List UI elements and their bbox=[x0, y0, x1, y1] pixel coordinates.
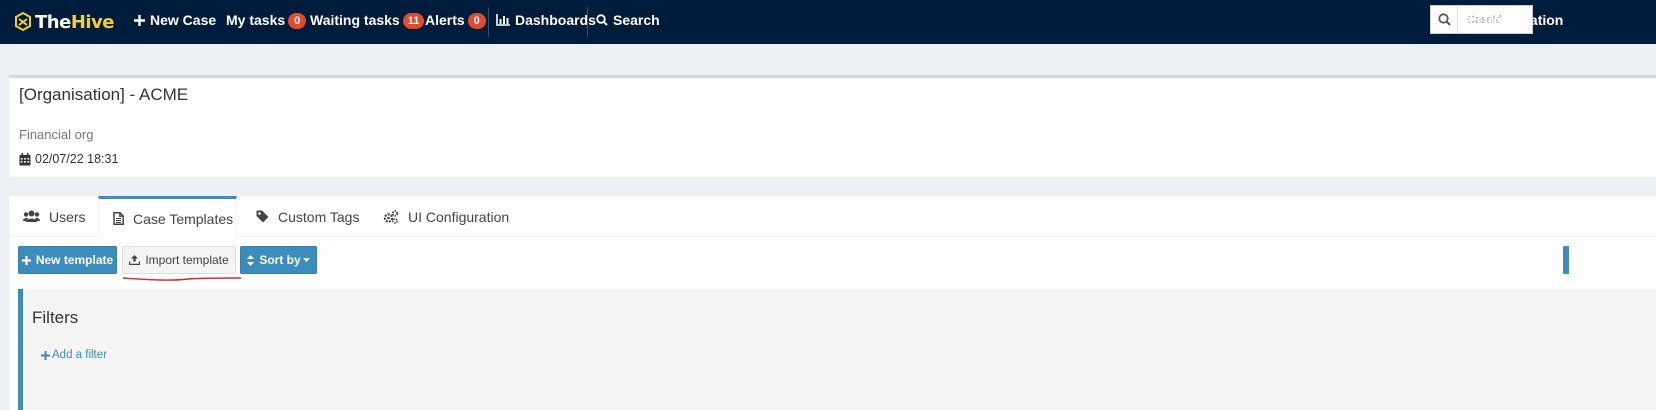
organisation-created-date: 02/07/22 18:31 bbox=[19, 152, 118, 166]
search-icon bbox=[1437, 13, 1451, 26]
plus-icon bbox=[41, 350, 50, 360]
search-label: Search bbox=[613, 12, 660, 28]
tab-case-templates-label: Case Templates bbox=[133, 210, 234, 227]
alerts-link[interactable]: Alerts 0 bbox=[425, 0, 486, 40]
cogs-icon bbox=[383, 209, 399, 224]
sort-icon bbox=[247, 254, 255, 266]
case-search-button[interactable] bbox=[1431, 6, 1458, 33]
waiting-tasks-link[interactable]: Waiting tasks 11 bbox=[310, 0, 425, 40]
new-template-button[interactable]: New template bbox=[18, 246, 117, 274]
bee-icon bbox=[15, 12, 31, 32]
my-tasks-label: My tasks bbox=[226, 12, 286, 28]
organisation-description: Financial org bbox=[19, 127, 94, 142]
alerts-count-badge: 0 bbox=[467, 13, 486, 29]
calendar-icon bbox=[19, 152, 31, 165]
tag-icon bbox=[256, 210, 269, 223]
caret-down-icon bbox=[302, 258, 310, 262]
users-icon bbox=[23, 210, 40, 222]
my-tasks-count-badge: 0 bbox=[288, 13, 307, 29]
thehive-logo[interactable]: TheHive bbox=[14, 8, 115, 36]
alerts-label: Alerts bbox=[425, 12, 465, 28]
add-filter-label: Add a filter bbox=[52, 349, 107, 361]
organisation-label: Organisation bbox=[1477, 12, 1564, 28]
import-template-button[interactable]: Import template bbox=[122, 246, 236, 274]
search-icon bbox=[596, 14, 608, 26]
sort-by-dropdown[interactable]: Sort by bbox=[240, 246, 317, 274]
tab-users[interactable]: Users bbox=[23, 196, 86, 237]
new-case-label: New Case bbox=[150, 12, 217, 28]
building-icon bbox=[1461, 13, 1472, 27]
organisation-header: [Organisation] - ACME Financial org 02/0… bbox=[9, 75, 1656, 177]
upload-icon bbox=[129, 255, 141, 265]
new-case-button[interactable]: New Case bbox=[134, 0, 216, 40]
top-navbar: TheHive New Case My tasks 0 Waiting task… bbox=[0, 0, 1656, 44]
waiting-tasks-label: Waiting tasks bbox=[310, 12, 400, 28]
tab-custom-tags-label: Custom Tags bbox=[278, 208, 360, 225]
add-filter-link[interactable]: Add a filter bbox=[41, 349, 107, 361]
filters-title: Filters bbox=[32, 308, 79, 327]
dashboards-link[interactable]: Dashboards bbox=[496, 0, 596, 40]
plus-icon bbox=[21, 255, 31, 265]
import-template-label: Import template bbox=[145, 253, 229, 267]
nav-divider bbox=[587, 7, 588, 37]
tab-users-label: Users bbox=[49, 208, 86, 225]
my-tasks-link[interactable]: My tasks 0 bbox=[226, 0, 307, 40]
date-value: 02/07/22 18:31 bbox=[35, 152, 119, 166]
sort-by-label: Sort by bbox=[259, 253, 301, 267]
tab-bar: Users Case Templates Custom Tags UI Conf… bbox=[9, 196, 1656, 238]
tab-case-templates[interactable]: Case Templates bbox=[98, 196, 237, 238]
file-icon bbox=[113, 212, 124, 225]
bar-chart-icon bbox=[496, 14, 510, 26]
nav-divider bbox=[488, 7, 489, 37]
waiting-tasks-count-badge: 11 bbox=[402, 13, 425, 29]
right-edge-button[interactable] bbox=[1563, 246, 1569, 274]
page-title: [Organisation] - ACME bbox=[19, 85, 189, 104]
search-link[interactable]: Search bbox=[596, 0, 660, 40]
annotation-underline bbox=[122, 277, 242, 281]
new-template-label: New template bbox=[35, 253, 114, 267]
organisation-tabs-panel: Users Case Templates Custom Tags UI Conf… bbox=[9, 196, 1656, 410]
tab-ui-configuration-label: UI Configuration bbox=[408, 208, 510, 225]
tab-ui-configuration[interactable]: UI Configuration bbox=[383, 196, 509, 237]
brand-name: TheHive bbox=[35, 11, 115, 33]
plus-icon bbox=[134, 14, 145, 26]
tab-custom-tags[interactable]: Custom Tags bbox=[256, 196, 359, 237]
dashboards-label: Dashboards bbox=[515, 12, 596, 28]
organisation-link[interactable]: Organisation bbox=[1461, 0, 1563, 40]
filters-panel: Filters Add a filter bbox=[18, 289, 1656, 410]
